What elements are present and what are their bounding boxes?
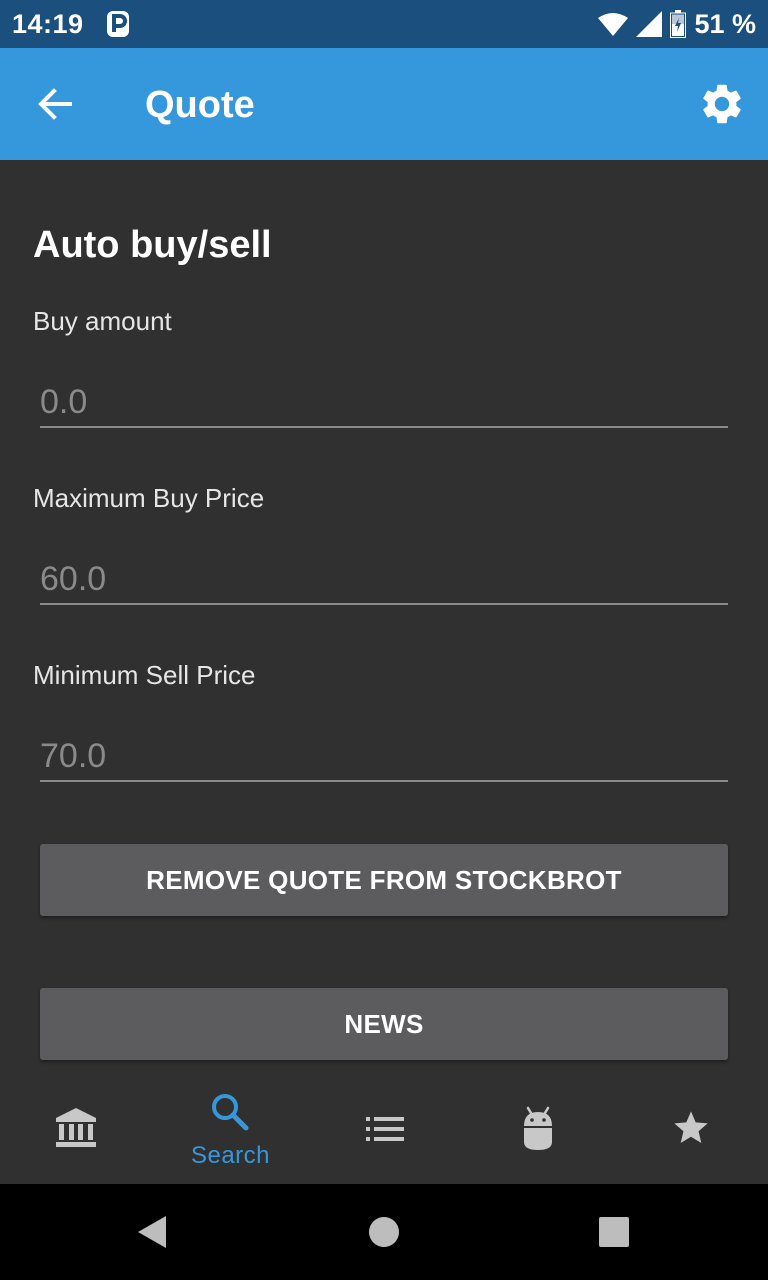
battery-icon <box>670 10 687 38</box>
search-icon <box>212 1094 249 1131</box>
max-buy-price-label: Maximum Buy Price <box>33 483 265 513</box>
buy-amount-label: Buy amount <box>33 306 172 336</box>
bank-icon <box>56 1108 96 1147</box>
nav-item-favorites[interactable] <box>615 1076 768 1184</box>
signal-icon <box>636 11 663 37</box>
remove-quote-button[interactable]: REMOVE QUOTE FROM STOCKBROT <box>40 844 728 916</box>
gear-icon[interactable] <box>698 80 746 128</box>
app-bar: Quote <box>0 48 768 160</box>
status-icons: 51 % <box>598 8 756 40</box>
status-time: 14:19 <box>12 9 84 39</box>
battery-percentage: 51 % <box>694 8 756 39</box>
status-bar: 14:19 51 % <box>0 0 768 48</box>
auto-buy-sell-form: Auto buy/sell Buy amount Maximum Buy Pri… <box>0 160 768 1076</box>
section-title: Auto buy/sell <box>33 224 272 266</box>
home-circle-icon[interactable] <box>368 1216 400 1248</box>
list-icon <box>366 1117 404 1141</box>
min-sell-price-input[interactable] <box>40 732 728 782</box>
nav-label-search: Search <box>190 1142 271 1169</box>
android-icon <box>524 1106 552 1150</box>
bottom-navigation: Search <box>0 1076 768 1184</box>
nav-item-list[interactable] <box>308 1076 461 1184</box>
back-triangle-icon[interactable] <box>136 1214 168 1250</box>
nav-item-search[interactable]: Search <box>154 1076 307 1184</box>
max-buy-price-input[interactable] <box>40 555 728 605</box>
nav-item-android[interactable] <box>462 1076 615 1184</box>
min-sell-price-label: Minimum Sell Price <box>33 660 256 690</box>
nav-item-bank[interactable] <box>0 1076 153 1184</box>
wifi-icon <box>598 13 629 36</box>
news-button[interactable]: NEWS <box>40 988 728 1060</box>
parking-icon <box>107 11 129 37</box>
back-arrow-icon[interactable] <box>30 78 82 130</box>
buy-amount-input[interactable] <box>40 378 728 428</box>
star-icon <box>674 1111 708 1143</box>
page-title: Quote <box>145 84 255 126</box>
system-navigation-bar <box>0 1184 768 1280</box>
recents-square-icon[interactable] <box>598 1216 630 1248</box>
